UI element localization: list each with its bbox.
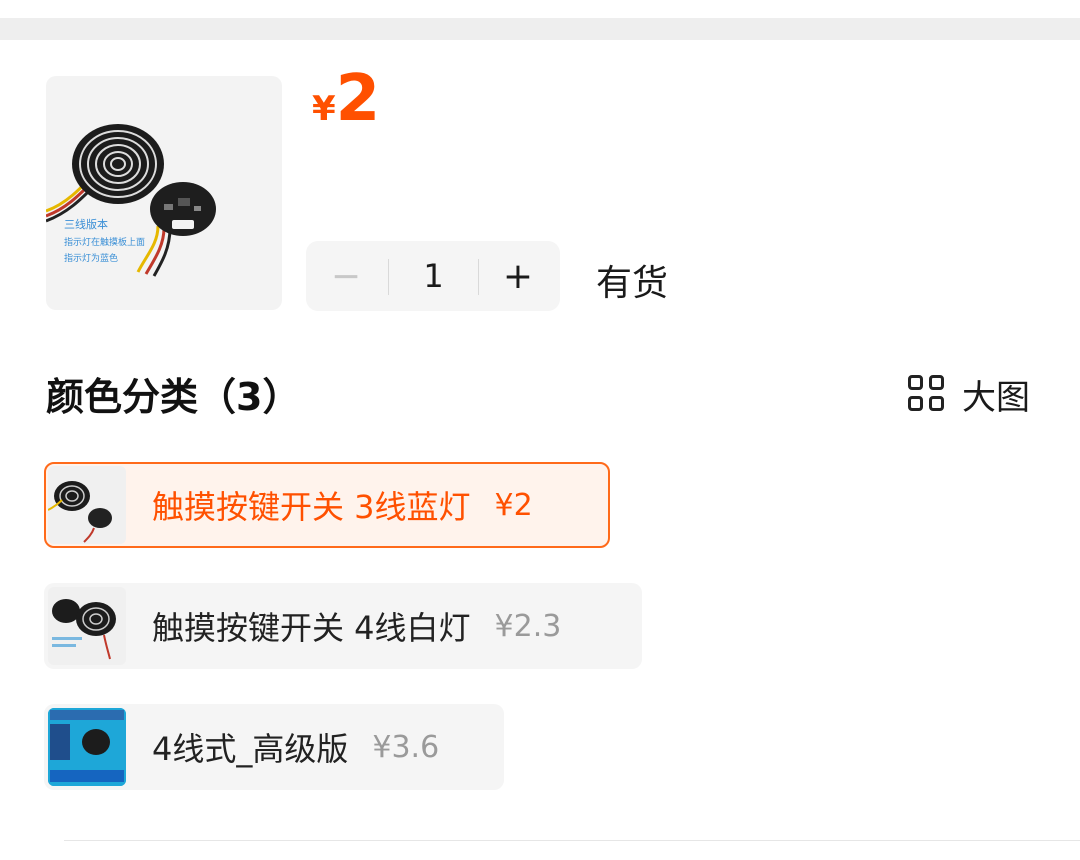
option-thumbnail — [48, 708, 126, 786]
grid-icon — [908, 375, 946, 413]
option-price: ¥2 — [494, 487, 533, 523]
large-image-toggle[interactable]: 大图 — [908, 374, 1030, 418]
large-image-label: 大图 — [962, 377, 1030, 418]
option-item[interactable]: 4线式_高级版 ¥3.6 — [44, 704, 504, 790]
image-caption: 三线版本 — [64, 218, 108, 231]
product-image[interactable]: 三线版本 指示灯在触摸板上面 指示灯为蓝色 — [46, 76, 282, 310]
option-price: ¥3.6 — [372, 729, 440, 765]
option-name: 触摸按键开关 4线白灯 — [152, 609, 471, 647]
product-price: ¥2 — [312, 64, 380, 134]
option-thumbnail — [48, 587, 126, 665]
section-title: 颜色分类（3） — [46, 375, 301, 419]
increase-quantity-button[interactable]: + — [478, 241, 558, 311]
touch-pad-illustration — [46, 124, 216, 277]
price-currency: ¥ — [312, 89, 336, 129]
stock-status: 有货 — [596, 263, 669, 304]
decrease-quantity-button[interactable]: − — [306, 241, 386, 311]
price-value: 2 — [335, 62, 381, 136]
top-divider-strip — [0, 18, 1080, 40]
option-item[interactable]: 触摸按键开关 3线蓝灯 ¥2 — [44, 462, 610, 548]
option-item[interactable]: 触摸按键开关 4线白灯 ¥2.3 — [44, 583, 642, 669]
top-bar — [0, 0, 1080, 40]
bottom-divider — [64, 840, 1080, 841]
option-name: 4线式_高级版 — [152, 730, 349, 768]
quantity-value[interactable]: 1 — [389, 241, 478, 311]
option-price: ¥2.3 — [494, 608, 562, 644]
image-caption: 指示灯为蓝色 — [64, 254, 119, 264]
option-thumbnail — [48, 466, 126, 544]
option-name: 触摸按键开关 3线蓝灯 — [152, 488, 471, 526]
image-caption: 指示灯在触摸板上面 — [64, 238, 146, 248]
quantity-stepper: − 1 + — [306, 241, 560, 311]
